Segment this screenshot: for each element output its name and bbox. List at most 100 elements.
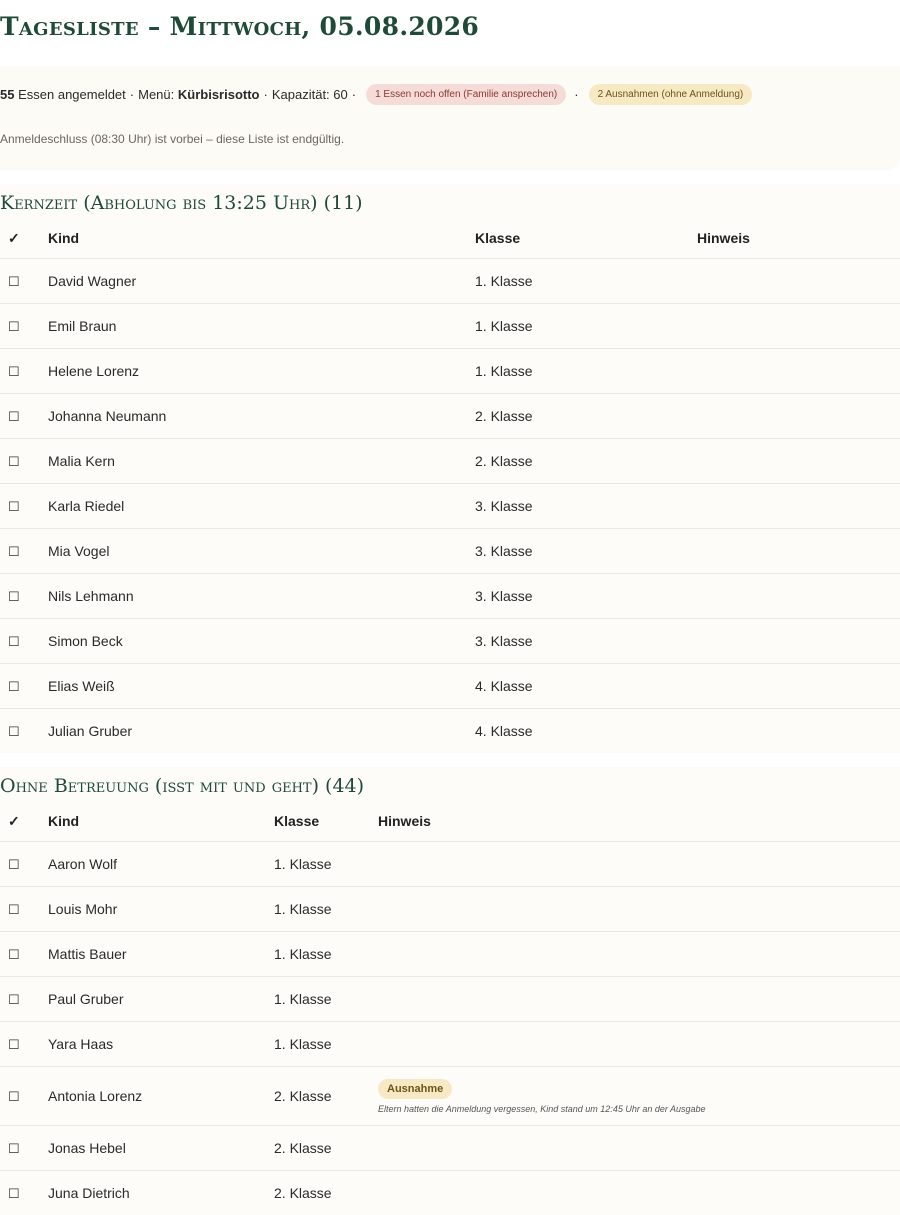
checkbox-cell: ☐ bbox=[0, 1126, 48, 1171]
child-name: Mia Vogel bbox=[48, 529, 475, 574]
child-class: 3. Klasse bbox=[475, 529, 697, 574]
child-name: Simon Beck bbox=[48, 619, 475, 664]
exception-note: Eltern hatten die Anmeldung vergessen, K… bbox=[378, 1104, 900, 1114]
table-header-row: ✓ Kind Klasse Hinweis bbox=[0, 801, 900, 842]
child-name: Karla Riedel bbox=[48, 484, 475, 529]
table-row: ☐Paul Gruber1. Klasse bbox=[0, 977, 900, 1022]
child-name: Emil Braun bbox=[48, 304, 475, 349]
child-class: 2. Klasse bbox=[475, 439, 697, 484]
menu-value: Kürbisrisotto bbox=[178, 87, 260, 102]
kernzeit-table: ✓ Kind Klasse Hinweis ☐ David Wagner1. Kl… bbox=[0, 218, 900, 753]
checkbox[interactable]: ☐ bbox=[8, 857, 20, 872]
klasse-column-header: Klasse bbox=[475, 218, 697, 259]
capacity: Kapazität: 60 bbox=[272, 87, 348, 102]
checkbox-cell: ☐ bbox=[0, 349, 48, 394]
table-row: ☐ Mattis Bauer1. Klasse bbox=[0, 932, 900, 977]
child-name: David Wagner bbox=[48, 259, 475, 304]
child-hint bbox=[378, 1022, 900, 1067]
table-row: ☐Julian Gruber4. Klasse bbox=[0, 709, 900, 754]
checkbox-cell: ☐ bbox=[0, 1171, 48, 1215]
child-hint bbox=[378, 1171, 900, 1215]
page-title: Tagesliste – Mittwoch, 05.08.2026 bbox=[0, 0, 900, 46]
menu-label: Menü: bbox=[138, 87, 174, 102]
separator: · bbox=[264, 87, 268, 102]
table-row: ☐David Wagner1. Klasse bbox=[0, 259, 900, 304]
checkbox[interactable]: ☐ bbox=[8, 902, 20, 917]
section-kernzeit: Kernzeit (Abholung bis 13:25 Uhr) (11) ✓… bbox=[0, 184, 900, 753]
kind-column-header: Kind bbox=[48, 218, 475, 259]
child-hint bbox=[697, 619, 900, 664]
summary-panel: 55 Essen angemeldet · Menü: Kürbisrisott… bbox=[0, 66, 900, 170]
checkbox[interactable]: ☐ bbox=[8, 499, 20, 514]
checkbox-cell: ☐ bbox=[0, 977, 48, 1022]
checkbox[interactable]: ☐ bbox=[8, 634, 20, 649]
kind-column-header: Kind bbox=[48, 801, 274, 842]
table-header-row: ✓ Kind Klasse Hinweis bbox=[0, 218, 900, 259]
table-row: ☐Aaron Wolf1. Klasse bbox=[0, 842, 900, 887]
checkbox[interactable]: ☐ bbox=[8, 319, 20, 334]
checkbox-cell: ☐ bbox=[0, 1022, 48, 1067]
checkbox[interactable]: ☐ bbox=[8, 454, 20, 469]
child-hint bbox=[697, 709, 900, 754]
table-row: ☐Antonia Lorenz2. KlasseAusnahmeEltern h… bbox=[0, 1067, 900, 1126]
checkbox[interactable]: ☐ bbox=[8, 1037, 20, 1052]
exception-badge: Ausnahme bbox=[378, 1079, 452, 1099]
checkbox-cell: ☐ bbox=[0, 619, 48, 664]
checkbox[interactable]: ☐ bbox=[8, 589, 20, 604]
checkbox[interactable]: ☐ bbox=[8, 947, 20, 962]
checkbox-cell: ☐ bbox=[0, 529, 48, 574]
table-row: ☐Louis Mohr1. Klasse bbox=[0, 887, 900, 932]
checkbox[interactable]: ☐ bbox=[8, 1089, 20, 1104]
checkbox[interactable]: ☐ bbox=[8, 724, 20, 739]
checkbox-cell: ☐ bbox=[0, 842, 48, 887]
checkbox[interactable]: ☐ bbox=[8, 1141, 20, 1156]
hinweis-column-header: Hinweis bbox=[697, 218, 900, 259]
table-row: ☐ Mia Vogel3. Klasse bbox=[0, 529, 900, 574]
child-hint bbox=[697, 394, 900, 439]
checkbox-cell: ☐ bbox=[0, 574, 48, 619]
section-heading-ohne-betreuung: Ohne Betreuung (isst mit und geht) (44) bbox=[0, 767, 900, 801]
checkbox[interactable]: ☐ bbox=[8, 274, 20, 289]
checkbox[interactable]: ☐ bbox=[8, 409, 20, 424]
child-hint bbox=[697, 439, 900, 484]
child-hint bbox=[378, 1126, 900, 1171]
child-class: 1. Klasse bbox=[475, 304, 697, 349]
child-class: 3. Klasse bbox=[475, 484, 697, 529]
checkbox[interactable]: ☐ bbox=[8, 679, 20, 694]
checkbox[interactable]: ☐ bbox=[8, 364, 20, 379]
child-hint bbox=[697, 259, 900, 304]
checkbox-cell: ☐ bbox=[0, 259, 48, 304]
checkbox[interactable]: ☐ bbox=[8, 1186, 20, 1201]
table-row: ☐Jonas Hebel2. Klasse bbox=[0, 1126, 900, 1171]
child-hint bbox=[378, 977, 900, 1022]
child-class: 2. Klasse bbox=[274, 1171, 378, 1215]
table-row: ☐Malia Kern2. Klasse bbox=[0, 439, 900, 484]
child-name: Mattis Bauer bbox=[48, 932, 274, 977]
open-meals-badge: 1 Essen noch offen (Familie ansprechen) bbox=[366, 84, 566, 105]
child-class: 3. Klasse bbox=[475, 574, 697, 619]
separator: · bbox=[130, 87, 134, 102]
checkbox-cell: ☐ bbox=[0, 664, 48, 709]
child-name: Louis Mohr bbox=[48, 887, 274, 932]
child-name: Nils Lehmann bbox=[48, 574, 475, 619]
child-class: 1. Klasse bbox=[475, 349, 697, 394]
child-name: Paul Gruber bbox=[48, 977, 274, 1022]
separator: · bbox=[574, 87, 578, 102]
child-hint: Ausnahme Eltern hatten die Anmeldung verg… bbox=[378, 1067, 900, 1126]
check-column-header: ✓ bbox=[0, 801, 48, 842]
child-class: 2. Klasse bbox=[274, 1126, 378, 1171]
child-name: Helene Lorenz bbox=[48, 349, 475, 394]
child-hint bbox=[697, 349, 900, 394]
checkbox[interactable]: ☐ bbox=[8, 992, 20, 1007]
table-row: ☐ Emil Braun1. Klasse bbox=[0, 304, 900, 349]
checkbox[interactable]: ☐ bbox=[8, 544, 20, 559]
child-hint bbox=[697, 304, 900, 349]
table-row: ☐Johanna Neumann2. Klasse bbox=[0, 394, 900, 439]
child-class: 1. Klasse bbox=[274, 932, 378, 977]
klasse-column-header: Klasse bbox=[274, 801, 378, 842]
meal-count: 55 bbox=[0, 87, 14, 102]
child-hint bbox=[697, 484, 900, 529]
checkbox-cell: ☐ bbox=[0, 394, 48, 439]
section-ohne-betreuung: Ohne Betreuung (isst mit und geht) (44) … bbox=[0, 767, 900, 1215]
deadline-note: Anmeldeschluss (08:30 Uhr) ist vorbei – … bbox=[0, 132, 344, 146]
